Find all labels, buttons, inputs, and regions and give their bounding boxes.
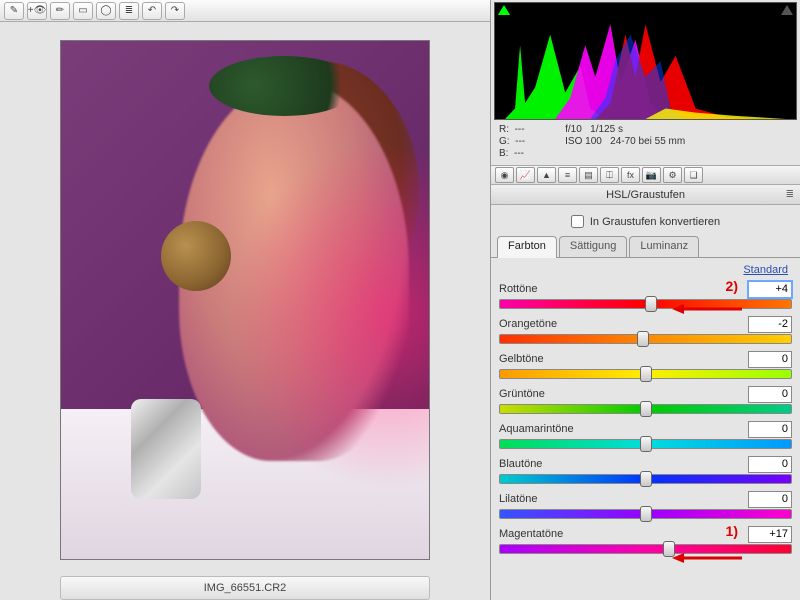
slider-row-orange: Orangetöne — [499, 315, 792, 344]
panel-title: HSL/Graustufen — [606, 189, 685, 201]
label-purple: Lilatöne — [499, 493, 538, 505]
value-purple[interactable] — [748, 491, 792, 508]
top-toolbar: ✎ +👁 ✏ ▭ ◯ ≣ ↶ ↷ — [0, 0, 490, 22]
preview-pane: ✎ +👁 ✏ ▭ ◯ ≣ ↶ ↷ IMG_66551.CR2 — [0, 0, 490, 600]
eye-tool-icon[interactable]: +👁 — [27, 2, 47, 20]
fx-panel-icon[interactable]: fx — [621, 167, 640, 183]
info-g: G: --- — [499, 136, 525, 147]
bw-panel-icon[interactable]: ≡ — [558, 167, 577, 183]
hue-tab-body: Standard Rottöne 2) Orangetöne — [491, 257, 800, 568]
thumb-blue[interactable] — [640, 471, 652, 487]
grayscale-row: In Graustufen konvertieren — [491, 205, 800, 236]
value-green[interactable] — [748, 386, 792, 403]
value-yellow[interactable] — [748, 351, 792, 368]
detail-panel-icon[interactable]: ▲ — [537, 167, 556, 183]
value-orange[interactable] — [748, 316, 792, 333]
tab-hue[interactable]: Farbton — [497, 236, 557, 258]
track-purple[interactable] — [499, 509, 792, 519]
basic-panel-icon[interactable]: ◉ — [495, 167, 514, 183]
crop-tool-icon[interactable]: ✎ — [4, 2, 24, 20]
label-magenta: Magentatöne — [499, 528, 563, 540]
thumb-green[interactable] — [640, 401, 652, 417]
track-orange[interactable] — [499, 334, 792, 344]
slider-row-magenta: Magentatöne 1) — [499, 525, 792, 554]
info-exposure: f/10 1/125 s — [565, 124, 685, 135]
label-blue: Blautöne — [499, 458, 542, 470]
split-panel-icon[interactable]: ▤ — [579, 167, 598, 183]
preview-wrap — [0, 22, 490, 570]
thumb-aqua[interactable] — [640, 436, 652, 452]
slider-row-aqua: Aquamarintöne — [499, 420, 792, 449]
default-link[interactable]: Standard — [499, 264, 792, 280]
track-blue[interactable] — [499, 474, 792, 484]
info-b: B: --- — [499, 148, 525, 159]
filename-label: IMG_66551.CR2 — [60, 576, 430, 600]
oval-tool-icon[interactable]: ◯ — [96, 2, 116, 20]
slider-row-red: Rottöne 2) — [499, 280, 792, 309]
value-blue[interactable] — [748, 456, 792, 473]
track-green[interactable] — [499, 404, 792, 414]
track-aqua[interactable] — [499, 439, 792, 449]
tab-saturation[interactable]: Sättigung — [559, 236, 627, 258]
label-green: Grüntöne — [499, 388, 545, 400]
track-red[interactable] — [499, 299, 792, 309]
track-yellow[interactable] — [499, 369, 792, 379]
slider-row-purple: Lilatöne — [499, 490, 792, 519]
rotate-ccw-icon[interactable]: ↶ — [142, 2, 162, 20]
panel-menu-icon[interactable]: ≣ — [786, 189, 794, 200]
grayscale-checkbox[interactable] — [571, 215, 584, 228]
info-iso-lens: ISO 100 24-70 bei 55 mm — [565, 136, 685, 147]
rect-tool-icon[interactable]: ▭ — [73, 2, 93, 20]
annotation-1: 1) — [726, 523, 738, 539]
thumb-purple[interactable] — [640, 506, 652, 522]
adjustments-panel: R: --- G: --- B: --- f/10 1/125 s ISO 10… — [490, 0, 800, 600]
rotate-cw-icon[interactable]: ↷ — [165, 2, 185, 20]
slider-row-green: Grüntöne — [499, 385, 792, 414]
exif-info: R: --- G: --- B: --- f/10 1/125 s ISO 10… — [491, 120, 800, 165]
label-orange: Orangetöne — [499, 318, 557, 330]
lens-panel-icon[interactable]: ⎅ — [600, 167, 619, 183]
grayscale-label: In Graustufen konvertieren — [590, 216, 720, 228]
annotation-2: 2) — [726, 278, 738, 294]
value-red[interactable] — [748, 281, 792, 298]
sliders-panel-icon[interactable]: ⚙ — [663, 167, 682, 183]
panel-title-bar: HSL/Graustufen ≣ — [491, 185, 800, 205]
presets-panel-icon[interactable]: ❏ — [684, 167, 703, 183]
value-aqua[interactable] — [748, 421, 792, 438]
info-r: R: --- — [499, 124, 525, 135]
hsl-tabs: Farbton Sättigung Luminanz — [497, 236, 800, 258]
panel-tool-row: ◉ 📈 ▲ ≡ ▤ ⎅ fx 📷 ⚙ ❏ — [491, 165, 800, 185]
histogram[interactable] — [494, 2, 797, 120]
slider-row-yellow: Gelbtöne — [499, 350, 792, 379]
thumb-orange[interactable] — [637, 331, 649, 347]
curve-panel-icon[interactable]: 📈 — [516, 167, 535, 183]
label-red: Rottöne — [499, 283, 538, 295]
thumb-magenta[interactable] — [663, 541, 675, 557]
track-magenta[interactable] — [499, 544, 792, 554]
value-magenta[interactable] — [748, 526, 792, 543]
tab-luminance[interactable]: Luminanz — [629, 236, 699, 258]
slider-row-blue: Blautöne — [499, 455, 792, 484]
image-preview[interactable] — [60, 40, 430, 560]
thumb-yellow[interactable] — [640, 366, 652, 382]
brush-tool-icon[interactable]: ✏ — [50, 2, 70, 20]
thumb-red[interactable] — [645, 296, 657, 312]
camera-panel-icon[interactable]: 📷 — [642, 167, 661, 183]
list-tool-icon[interactable]: ≣ — [119, 2, 139, 20]
label-aqua: Aquamarintöne — [499, 423, 574, 435]
label-yellow: Gelbtöne — [499, 353, 544, 365]
